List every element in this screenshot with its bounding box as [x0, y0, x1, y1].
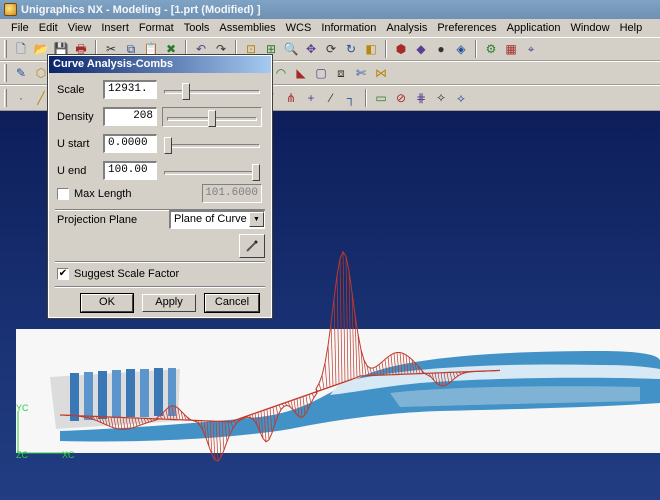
offset-icon[interactable]: ⧈ [332, 64, 350, 82]
density-slider-thumb[interactable] [208, 110, 216, 127]
tools-icon[interactable]: ⚙ [482, 40, 500, 58]
point-icon[interactable]: · [12, 89, 30, 107]
density-label: Density [57, 110, 94, 123]
cross-icon[interactable]: + [302, 89, 320, 107]
comb-icon[interactable]: ⋔ [282, 89, 300, 107]
menu-wcs[interactable]: WCS [281, 22, 317, 34]
scale-label: Scale [57, 83, 85, 96]
u-end-slider-thumb[interactable] [252, 164, 260, 181]
menu-edit[interactable]: Edit [34, 22, 63, 34]
max-length-field: 101.6000 [202, 184, 262, 203]
u-end-slider[interactable] [164, 162, 260, 182]
zoom-icon[interactable]: 🔍 [282, 40, 300, 58]
rotate-icon[interactable]: ⟳ [322, 40, 340, 58]
u-start-label: U start [57, 137, 90, 150]
blend-icon[interactable]: ◠ [272, 64, 290, 82]
menu-format[interactable]: Format [134, 22, 179, 34]
divider [55, 286, 265, 288]
snap-icon[interactable]: ⌖ [522, 40, 540, 58]
section-icon[interactable]: ⊘ [392, 89, 410, 107]
menu-view[interactable]: View [63, 22, 97, 34]
cancel-button[interactable]: Cancel [204, 293, 260, 313]
view-cube-icon[interactable]: ◆ [412, 40, 430, 58]
suggest-scale-factor-checkbox[interactable]: ✔ [57, 268, 69, 280]
scale-slider[interactable] [164, 81, 260, 101]
yc-axis-label: YC [16, 403, 29, 413]
zc-axis-label: ZC [16, 450, 28, 460]
grid-icon[interactable]: ▦ [502, 40, 520, 58]
dialog-title[interactable]: Curve Analysis-Combs [49, 56, 271, 73]
menu-tools[interactable]: Tools [179, 22, 215, 34]
max-length-label: Max Length [74, 188, 132, 200]
shell-icon[interactable]: ▢ [312, 64, 330, 82]
u-start-row: U start 0.0000 [57, 134, 157, 153]
toolbar-separator [385, 40, 387, 58]
sketch-icon[interactable]: ✎ [12, 64, 30, 82]
u-start-field[interactable]: 0.0000 [103, 134, 157, 153]
chevron-down-icon[interactable]: ▼ [249, 212, 264, 227]
max-length-checkbox[interactable] [57, 188, 69, 200]
menu-preferences[interactable]: Preferences [432, 22, 501, 34]
suggest-row: ✔ Suggest Scale Factor [57, 268, 179, 280]
max-length-row: Max Length [57, 188, 131, 200]
density-field[interactable]: 208 [103, 107, 157, 126]
slash-icon[interactable]: ⁄ [322, 89, 340, 107]
refresh-icon[interactable]: ↻ [342, 40, 360, 58]
toolbar-grip[interactable] [4, 89, 7, 107]
u-start-slider[interactable] [164, 135, 260, 155]
apply-button[interactable]: Apply [142, 294, 196, 312]
menu-bar: File Edit View Insert Format Tools Assem… [0, 19, 660, 37]
menu-information[interactable]: Information [316, 22, 381, 34]
u-end-label: U end [57, 164, 87, 177]
projection-row: Projection Plane [57, 214, 137, 226]
density-row: Density 208 [57, 107, 157, 126]
toolbar-grip[interactable] [4, 64, 7, 82]
curve-analysis-combs-dialog: Curve Analysis-Combs Scale 12931. Densit… [47, 54, 273, 319]
menu-file[interactable]: File [6, 22, 34, 34]
suggest-scale-factor-label: Suggest Scale Factor [74, 268, 180, 280]
pencil-icon [246, 240, 258, 252]
sew-icon[interactable]: ⋈ [372, 64, 390, 82]
ok-button[interactable]: OK [80, 293, 134, 313]
toolbar-separator [475, 40, 477, 58]
scale-field[interactable]: 12931. [103, 80, 157, 99]
menu-application[interactable]: Application [502, 22, 566, 34]
new-file-icon[interactable]: 🗋 [12, 40, 30, 58]
projection-plane-label: Projection Plane [57, 214, 138, 226]
bristle-block [50, 368, 180, 429]
corner-icon[interactable]: ┐ [342, 89, 360, 107]
menu-assemblies[interactable]: Assemblies [214, 22, 280, 34]
color-icon[interactable]: ● [432, 40, 450, 58]
u-end-row: U end 100.00 [57, 161, 157, 180]
toolbar-separator [365, 89, 367, 107]
scale-slider-thumb[interactable] [181, 83, 190, 100]
specify-plane-button[interactable] [239, 234, 265, 258]
window-title: Unigraphics NX - Modeling - [1.prt (Modi… [21, 3, 261, 16]
u-start-slider-thumb[interactable] [164, 137, 172, 154]
u-end-field[interactable]: 100.00 [103, 161, 157, 180]
app-icon [4, 3, 17, 16]
menu-help[interactable]: Help [615, 22, 648, 34]
xc-axis-label: XC [62, 450, 75, 460]
density-slider[interactable] [162, 107, 262, 127]
scale-row: Scale 12931. [57, 80, 157, 99]
menu-insert[interactable]: Insert [96, 22, 134, 34]
layer-icon[interactable]: ◈ [452, 40, 470, 58]
toolbar-grip[interactable] [4, 40, 7, 58]
pan-icon[interactable]: ✥ [302, 40, 320, 58]
projection-plane-value: Plane of Curve [174, 213, 247, 225]
shaded-icon[interactable]: ◧ [362, 40, 380, 58]
menu-window[interactable]: Window [565, 22, 614, 34]
title-bar: Unigraphics NX - Modeling - [1.prt (Modi… [0, 0, 660, 19]
face-icon[interactable]: ▭ [372, 89, 390, 107]
iso-icon[interactable]: ⋕ [412, 89, 430, 107]
reflect-icon[interactable]: ⟡ [452, 89, 470, 107]
highlight-icon[interactable]: ✧ [432, 89, 450, 107]
chamfer-icon[interactable]: ◣ [292, 64, 310, 82]
divider [55, 261, 265, 263]
menu-analysis[interactable]: Analysis [381, 22, 432, 34]
projection-plane-select[interactable]: Plane of Curve ▼ [169, 210, 265, 229]
trim-icon[interactable]: ✄ [352, 64, 370, 82]
render-style-icon[interactable]: ⬢ [392, 40, 410, 58]
